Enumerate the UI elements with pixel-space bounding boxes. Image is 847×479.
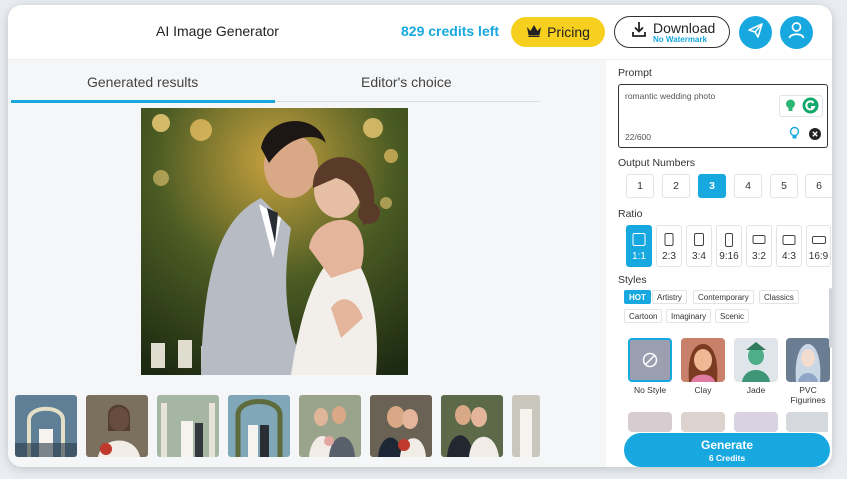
ratio-shape-icon bbox=[632, 233, 646, 246]
ratio-4-3[interactable]: 4:3 bbox=[776, 225, 802, 267]
style-card-name: PVC Figurines bbox=[790, 385, 826, 405]
app-window: AI Image Generator 829 credits left Pric… bbox=[8, 5, 832, 467]
active-tab-indicator bbox=[11, 100, 275, 103]
lightbulb-icon[interactable] bbox=[788, 126, 801, 145]
generate-button[interactable]: Generate 6 Credits bbox=[624, 433, 830, 467]
share-button[interactable] bbox=[739, 16, 772, 49]
ratio-shape-icon bbox=[725, 233, 733, 247]
thumbnail[interactable] bbox=[228, 395, 290, 457]
ratio-label-text: 4:3 bbox=[782, 251, 796, 262]
thumbnail[interactable] bbox=[15, 395, 77, 457]
download-button[interactable]: Download No Watermark bbox=[614, 16, 730, 48]
style-card-pvc-figurines[interactable]: PVC Figurines bbox=[785, 338, 831, 406]
download-sublabel: No Watermark bbox=[653, 34, 707, 44]
style-card-name: Clay bbox=[694, 385, 712, 395]
ratio-1-1[interactable]: 1:1 bbox=[626, 225, 652, 267]
pricing-button[interactable]: Pricing bbox=[511, 17, 605, 47]
thumbnail[interactable] bbox=[157, 395, 219, 457]
clear-icon[interactable] bbox=[809, 127, 821, 145]
ratio-label-text: 3:4 bbox=[692, 251, 706, 262]
download-label: Download bbox=[653, 19, 716, 36]
output-number-5[interactable]: 5 bbox=[770, 174, 798, 198]
generate-label: Generate bbox=[700, 437, 754, 452]
ratio-label-text: 2:3 bbox=[662, 251, 676, 262]
ratio-shape-icon bbox=[752, 235, 766, 244]
ratio-label-text: 3:2 bbox=[752, 251, 766, 262]
output-number-3[interactable]: 3 bbox=[698, 174, 726, 198]
user-icon bbox=[788, 21, 805, 44]
ratio-2-3[interactable]: 2:3 bbox=[656, 225, 682, 267]
thumbnail[interactable] bbox=[441, 395, 503, 457]
app-title: AI Image Generator bbox=[156, 23, 279, 39]
thumbnail[interactable] bbox=[370, 395, 432, 457]
generate-cost: 6 Credits bbox=[708, 452, 746, 463]
styles-label: Styles bbox=[618, 274, 647, 286]
crown-icon bbox=[526, 24, 542, 40]
ratio-label-text: 9:16 bbox=[719, 251, 739, 262]
thumbnail[interactable] bbox=[86, 395, 148, 457]
clay-style-image bbox=[681, 338, 725, 382]
ratio-label-text: 16:9 bbox=[808, 251, 829, 262]
ratio-16-9[interactable]: 16:9 bbox=[806, 225, 831, 267]
style-tag-classics[interactable]: Classics bbox=[759, 290, 799, 304]
tab-editors-choice[interactable]: Editor's choice bbox=[361, 74, 452, 90]
top-bar: AI Image Generator 829 credits left Pric… bbox=[8, 5, 832, 60]
style-tag-cartoon[interactable]: Cartoon bbox=[624, 309, 663, 323]
generated-image-preview[interactable] bbox=[141, 108, 408, 375]
prompt-text[interactable]: romantic wedding photo bbox=[625, 91, 715, 101]
style-tag-artistry[interactable]: Artistry bbox=[652, 290, 687, 304]
account-button[interactable] bbox=[780, 16, 813, 49]
output-number-4[interactable]: 4 bbox=[734, 174, 762, 198]
thumbnail[interactable] bbox=[512, 395, 540, 457]
ratio-shape-icon bbox=[782, 235, 796, 245]
settings-scrollbar[interactable] bbox=[829, 288, 832, 348]
output-numbers-label: Output Numbers bbox=[618, 157, 696, 169]
output-number-6[interactable]: 6 bbox=[805, 174, 832, 198]
thumbnail[interactable] bbox=[299, 395, 361, 457]
prompt-input[interactable]: romantic wedding photo 22/600 bbox=[618, 84, 828, 148]
ratio-shape-icon bbox=[694, 233, 704, 246]
style-cards-next-row bbox=[628, 412, 828, 432]
style-card-jade[interactable]: Jade bbox=[733, 338, 779, 396]
pvc-figurines-style-image bbox=[786, 338, 830, 382]
settings-panel: Prompt romantic wedding photo 22/600 Out… bbox=[612, 60, 832, 467]
credits-counter: 829 credits left bbox=[401, 23, 500, 39]
tab-generated-results[interactable]: Generated results bbox=[87, 74, 198, 90]
style-tag-imaginary[interactable]: Imaginary bbox=[666, 309, 712, 323]
tab-divider bbox=[275, 101, 540, 102]
ratio-3-2[interactable]: 3:2 bbox=[746, 225, 772, 267]
download-icon bbox=[631, 21, 647, 43]
ratio-label-text: 1:1 bbox=[632, 251, 646, 262]
no-style-icon bbox=[628, 338, 672, 382]
pricing-label: Pricing bbox=[547, 24, 590, 40]
send-icon bbox=[747, 22, 764, 44]
ratio-shape-icon bbox=[664, 233, 674, 246]
output-number-2[interactable]: 2 bbox=[662, 174, 690, 198]
ratio-label: Ratio bbox=[618, 208, 643, 220]
ratio-9-16[interactable]: 9:16 bbox=[716, 225, 742, 267]
lightbulb-icon[interactable] bbox=[783, 98, 798, 118]
prompt-tools bbox=[779, 95, 823, 117]
style-card-name: Jade bbox=[746, 385, 766, 395]
style-tag-scenic[interactable]: Scenic bbox=[715, 309, 750, 323]
jade-style-image bbox=[734, 338, 778, 382]
style-card-clay[interactable]: Clay bbox=[680, 338, 726, 396]
output-number-1[interactable]: 1 bbox=[626, 174, 654, 198]
style-card-name: No Style bbox=[633, 385, 667, 395]
ratio-shape-icon bbox=[811, 236, 826, 244]
results-panel: Generated results Editor's choice bbox=[8, 60, 606, 467]
ratio-3-4[interactable]: 3:4 bbox=[686, 225, 712, 267]
style-card-no-style[interactable]: No Style bbox=[627, 338, 673, 396]
prompt-char-count: 22/600 bbox=[625, 132, 651, 142]
grammar-icon[interactable] bbox=[802, 97, 819, 119]
thumbnail-strip bbox=[15, 395, 540, 459]
prompt-label: Prompt bbox=[618, 67, 652, 79]
style-tag-contemporary[interactable]: Contemporary bbox=[693, 290, 754, 304]
style-tag-hot[interactable]: HOT bbox=[624, 290, 651, 304]
